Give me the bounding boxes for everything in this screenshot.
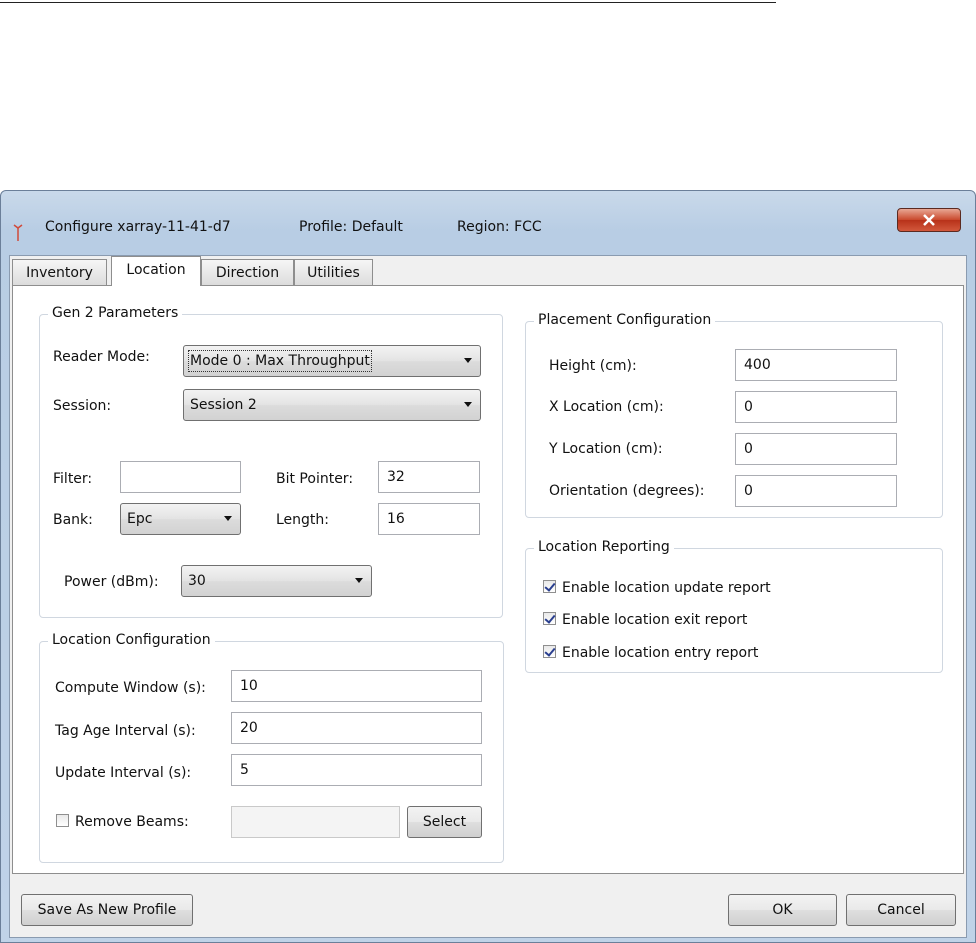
placement-configuration-group: Placement Configuration Height (cm): 400… <box>525 312 943 518</box>
update-report-check[interactable] <box>543 580 556 593</box>
dialog-client: Inventory Location Direction Utilities G… <box>9 255 967 938</box>
tab-label: Inventory <box>26 265 93 281</box>
y-location-input[interactable]: 0 <box>735 433 897 465</box>
session-label: Session: <box>53 398 112 414</box>
power-value: 30 <box>188 573 206 589</box>
length-label: Length: <box>276 512 330 528</box>
gen2-parameters-group: Gen 2 Parameters Reader Mode: Mode 0 : M… <box>39 305 503 618</box>
location-config-legend: Location Configuration <box>48 632 215 648</box>
remove-beams-check[interactable] <box>56 814 69 827</box>
update-report-checkbox[interactable]: Enable location update report <box>543 580 771 596</box>
remove-beams-checkbox[interactable]: Remove Beams: <box>56 814 189 830</box>
location-configuration-group: Location Configuration Compute Window (s… <box>39 632 504 863</box>
tab-label: Location <box>126 262 186 278</box>
filter-label: Filter: <box>53 471 93 487</box>
bank-value: Epc <box>127 511 153 527</box>
update-report-label: Enable location update report <box>562 580 771 596</box>
reporting-legend: Location Reporting <box>534 539 674 555</box>
tab-utilities[interactable]: Utilities <box>294 259 373 285</box>
location-tab-panel: Gen 2 Parameters Reader Mode: Mode 0 : M… <box>12 285 964 874</box>
remove-beams-label: Remove Beams: <box>75 814 189 830</box>
window-title: Configure xarray-11-41-d7 <box>45 219 231 235</box>
chevron-down-icon <box>224 516 232 521</box>
title-bar[interactable]: Configure xarray-11-41-d7 Profile: Defau… <box>1 191 975 255</box>
exit-report-checkbox[interactable]: Enable location exit report <box>543 612 747 628</box>
x-location-label: X Location (cm): <box>549 399 664 415</box>
select-beams-button[interactable]: Select <box>407 806 482 838</box>
filter-input[interactable] <box>120 461 241 493</box>
save-as-new-profile-button[interactable]: Save As New Profile <box>21 894 193 926</box>
close-icon <box>923 214 935 226</box>
window-profile: Profile: Default <box>299 219 403 235</box>
bank-select[interactable]: Epc <box>120 503 241 535</box>
exit-report-check[interactable] <box>543 612 556 625</box>
height-input[interactable]: 400 <box>735 349 897 381</box>
antenna-icon <box>13 224 23 241</box>
length-input[interactable]: 16 <box>378 503 480 535</box>
gen2-legend: Gen 2 Parameters <box>48 305 183 321</box>
remove-beams-input <box>231 806 400 838</box>
window-region: Region: FCC <box>457 219 542 235</box>
bank-label: Bank: <box>53 512 93 528</box>
bit-pointer-input[interactable]: 32 <box>378 461 480 493</box>
orientation-input[interactable]: 0 <box>735 475 897 507</box>
power-select[interactable]: 30 <box>181 565 372 597</box>
update-interval-input[interactable]: 5 <box>231 754 482 786</box>
reader-mode-select[interactable]: Mode 0 : Max Throughput <box>183 345 481 377</box>
tab-inventory[interactable]: Inventory <box>12 259 107 285</box>
bit-pointer-label: Bit Pointer: <box>276 471 354 487</box>
location-reporting-group: Location Reporting Enable location updat… <box>525 539 943 673</box>
compute-window-label: Compute Window (s): <box>55 680 206 696</box>
chevron-down-icon <box>464 402 472 407</box>
orientation-label: Orientation (degrees): <box>549 483 705 499</box>
session-select[interactable]: Session 2 <box>183 389 481 421</box>
tab-location[interactable]: Location <box>111 256 201 286</box>
reader-mode-label: Reader Mode: <box>53 349 150 365</box>
exit-report-label: Enable location exit report <box>562 612 748 628</box>
chevron-down-icon <box>464 358 472 363</box>
tag-age-interval-input[interactable]: 20 <box>231 712 482 744</box>
tag-age-interval-label: Tag Age Interval (s): <box>55 723 196 739</box>
x-location-input[interactable]: 0 <box>735 391 897 423</box>
tab-label: Direction <box>215 265 280 281</box>
compute-window-input[interactable]: 10 <box>231 670 482 702</box>
entry-report-checkbox[interactable]: Enable location entry report <box>543 645 758 661</box>
cancel-button[interactable]: Cancel <box>846 894 956 926</box>
power-label: Power (dBm): <box>64 574 159 590</box>
chevron-down-icon <box>355 578 363 583</box>
placement-legend: Placement Configuration <box>534 312 716 328</box>
tab-direction[interactable]: Direction <box>201 259 294 285</box>
reader-mode-value: Mode 0 : Max Throughput <box>188 350 372 372</box>
entry-report-check[interactable] <box>543 645 556 658</box>
top-rule <box>0 2 776 3</box>
y-location-label: Y Location (cm): <box>549 441 663 457</box>
update-interval-label: Update Interval (s): <box>55 765 192 781</box>
tab-label: Utilities <box>307 265 360 281</box>
height-label: Height (cm): <box>549 358 637 374</box>
configure-dialog: Configure xarray-11-41-d7 Profile: Defau… <box>0 190 976 943</box>
close-button[interactable] <box>897 208 961 232</box>
ok-button[interactable]: OK <box>728 894 837 926</box>
entry-report-label: Enable location entry report <box>562 645 759 661</box>
session-value: Session 2 <box>190 397 257 413</box>
